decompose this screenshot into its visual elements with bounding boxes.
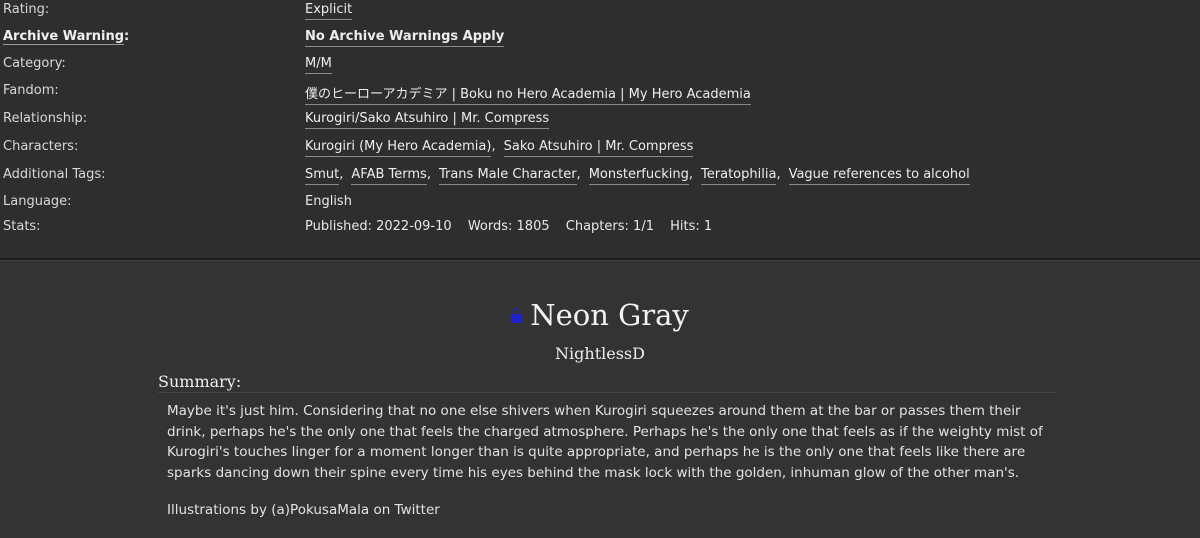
category-tag[interactable]: M/M	[305, 56, 332, 74]
work-title-heading: Neon Gray	[0, 298, 1200, 332]
freeform-tag[interactable]: Teratophilia	[701, 167, 777, 185]
rating-row: Rating: Explicit	[0, 2, 1200, 26]
summary-heading: Summary:	[158, 372, 1056, 393]
hits-label: Hits:	[670, 219, 700, 234]
freeform-tag[interactable]: Monsterfucking	[588, 167, 689, 185]
warning-label-text[interactable]: Archive Warning	[3, 29, 125, 45]
language-row: Language: English	[0, 194, 1200, 218]
warning-row: Archive Warning: No Archive Warnings App…	[0, 29, 1200, 53]
additional-tags-row: Additional Tags: Smut, AFAB Terms, Trans M…	[0, 167, 1200, 191]
characters-row: Characters: Kurogiri (My Hero Academia),…	[0, 139, 1200, 163]
category-label: Category:	[3, 56, 66, 71]
stats-label: Stats:	[3, 219, 41, 234]
warning-tag[interactable]: No Archive Warnings Apply	[305, 29, 505, 47]
summary-paragraph: Maybe it's just him. Considering that no…	[167, 403, 1043, 481]
rating-tag[interactable]: Explicit	[305, 2, 353, 20]
chapters-label: Chapters:	[565, 219, 629, 234]
stats-values: Published: 2022-09-10 Words: 1805 Chapte…	[305, 219, 712, 234]
lock-icon	[511, 308, 523, 323]
fandom-tag[interactable]: 僕のヒーローアカデミア | Boku no Hero Academia | My…	[305, 87, 751, 105]
stats-row: Stats: Published: 2022-09-10 Words: 1805…	[0, 219, 1200, 243]
summary-paragraph: Illustrations by (a)PokusaMala on Twitte…	[167, 502, 440, 518]
freeform-tag[interactable]: Smut	[305, 167, 340, 185]
work-meta: Rating: Explicit Archive Warning: No Arc…	[0, 0, 1200, 260]
characters-label: Characters:	[3, 139, 79, 154]
published-label: Published:	[305, 219, 372, 234]
freeform-tag[interactable]: Trans Male Character	[438, 167, 577, 185]
language-value: English	[305, 194, 352, 209]
words-value: 1805	[516, 219, 550, 234]
relationship-row: Relationship: Kurogiri/Sako Atsuhiro | M…	[0, 111, 1200, 135]
words-label: Words:	[467, 219, 513, 234]
character-tag[interactable]: Sako Atsuhiro | Mr. Compress	[503, 139, 694, 157]
warning-label-colon: :	[124, 29, 130, 44]
author-link[interactable]: NightlessD	[0, 344, 1200, 363]
hits-value: 1	[703, 219, 713, 234]
additional-tags-label: Additional Tags:	[3, 167, 106, 182]
rating-label: Rating:	[3, 2, 50, 17]
language-label: Language:	[3, 194, 72, 209]
category-row: Category: M/M	[0, 56, 1200, 80]
chapters-value: 1/1	[633, 219, 654, 234]
work-title: Neon Gray	[530, 298, 689, 332]
relationship-label: Relationship:	[3, 111, 88, 126]
summary: Maybe it's just him. Considering that no…	[167, 401, 1047, 538]
fandom-row: Fandom: 僕のヒーローアカデミア | Boku no Hero Acade…	[0, 83, 1200, 107]
published-value: 2022-09-10	[376, 219, 452, 234]
warning-label: Archive Warning:	[3, 29, 130, 45]
relationship-tag[interactable]: Kurogiri/Sako Atsuhiro | Mr. Compress	[305, 111, 550, 129]
freeform-tag[interactable]: Vague references to alcohol	[788, 167, 970, 185]
character-tag[interactable]: Kurogiri (My Hero Academia)	[305, 139, 492, 157]
fandom-label: Fandom:	[3, 83, 59, 98]
freeform-tag[interactable]: AFAB Terms	[351, 167, 427, 185]
